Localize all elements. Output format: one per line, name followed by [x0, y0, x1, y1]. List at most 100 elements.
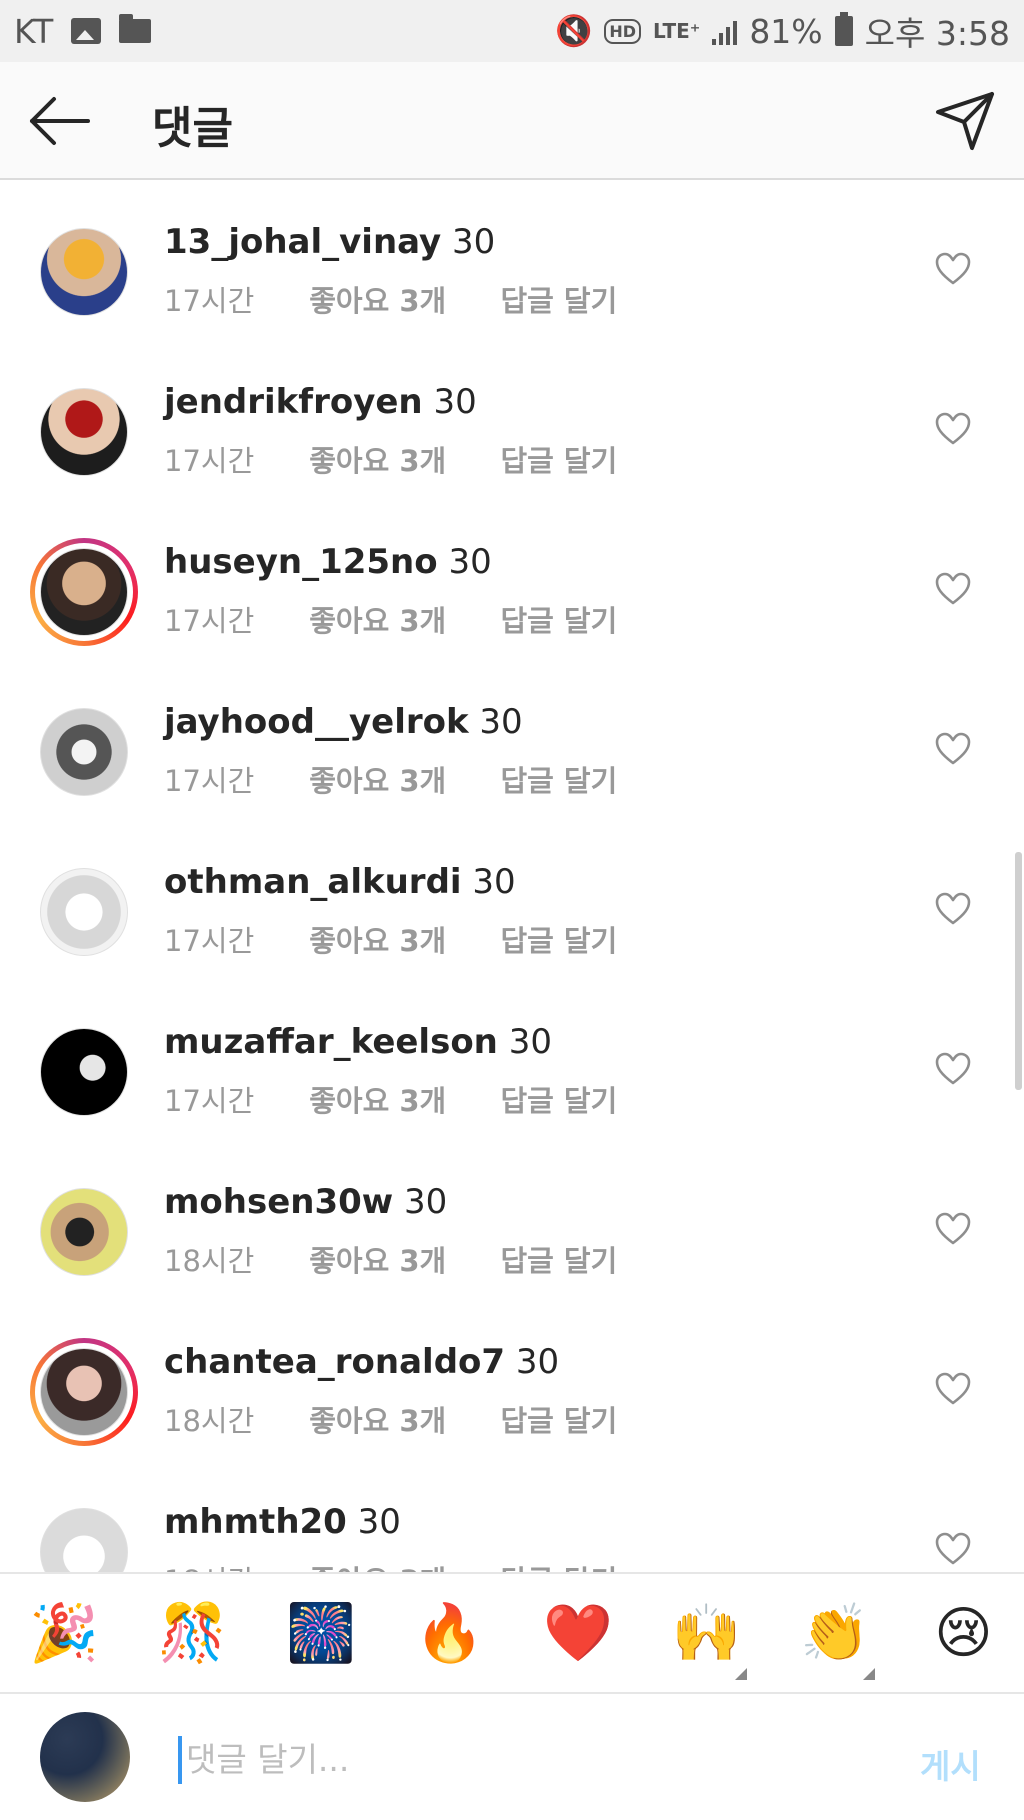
reply-button[interactable]: 답글 달기	[500, 1238, 617, 1280]
signal-icon	[712, 17, 738, 45]
avatar[interactable]	[38, 226, 130, 318]
avatar[interactable]	[30, 1338, 138, 1446]
like-button[interactable]	[935, 1212, 971, 1246]
comment-text: 30	[448, 542, 492, 582]
comment-likes-link[interactable]: 좋아요 3개	[309, 278, 491, 320]
comment-time: 18시간	[164, 1244, 255, 1278]
comment-username[interactable]: mhmth20	[164, 1502, 347, 1542]
comment-row[interactable]: muzaffar_keelson 30 17시간 좋아요 3개 답글 달기	[0, 982, 1024, 1142]
reply-button[interactable]: 답글 달기	[500, 1558, 617, 1572]
page-title: 댓글	[152, 103, 233, 154]
avatar[interactable]	[38, 386, 130, 478]
comment-input[interactable]	[186, 1726, 826, 1792]
avatar[interactable]	[38, 1506, 130, 1572]
post-button[interactable]: 게시	[920, 1740, 981, 1788]
avatar[interactable]	[38, 706, 130, 798]
comment-meta: 18시간 좋아요 3개 답글 달기	[164, 1238, 617, 1280]
comment-row[interactable]: 13_johal_vinay 30 17시간 좋아요 3개 답글 달기	[0, 182, 1024, 342]
comment-row[interactable]: othman_alkurdi 30 17시간 좋아요 3개 답글 달기	[0, 822, 1024, 982]
comment-likes-link[interactable]: 좋아요 3개	[309, 758, 491, 800]
avatar[interactable]	[30, 538, 138, 646]
lte-icon: LTE⁺	[653, 19, 701, 43]
comment-meta: 18시간 좋아요 3개 답글 달기	[164, 1398, 617, 1440]
like-button[interactable]	[935, 892, 971, 926]
comment-time: 17시간	[164, 444, 255, 478]
skin-tone-indicator	[734, 1668, 747, 1680]
like-button[interactable]	[935, 412, 971, 446]
reply-button[interactable]: 답글 달기	[500, 1398, 617, 1440]
arrow-left-icon	[30, 97, 90, 145]
comment-time: 17시간	[164, 284, 255, 318]
comment-row[interactable]: mhmth20 30 18시간 좋아요 3개 답글 달기	[0, 1462, 1024, 1572]
comment-username[interactable]: huseyn_125no	[164, 542, 438, 582]
comment-meta: 17시간 좋아요 3개 답글 달기	[164, 598, 617, 640]
comment-username[interactable]: muzaffar_keelson	[164, 1022, 498, 1062]
avatar-image	[40, 1348, 128, 1436]
like-button[interactable]	[935, 1532, 971, 1566]
comment-likes-link[interactable]: 좋아요 3개	[309, 1078, 491, 1120]
scrollbar[interactable]	[1015, 852, 1022, 1090]
comment-username[interactable]: jendrikfroyen	[164, 382, 423, 422]
comment-likes-link[interactable]: 좋아요 3개	[309, 1398, 491, 1440]
like-button[interactable]	[935, 1372, 971, 1406]
comment-likes-link[interactable]: 좋아요 3개	[309, 1238, 491, 1280]
comment-body: jayhood__yelrok 30	[164, 702, 523, 742]
like-button[interactable]	[935, 732, 971, 766]
avatar-image	[40, 1188, 128, 1276]
fire-emoji[interactable]: 🔥	[414, 1598, 486, 1670]
comment-row[interactable]: mohsen30w 30 18시간 좋아요 3개 답글 달기	[0, 1142, 1024, 1302]
comment-username[interactable]: jayhood__yelrok	[164, 702, 469, 742]
avatar[interactable]	[38, 866, 130, 958]
reply-button[interactable]: 답글 달기	[500, 598, 617, 640]
like-button[interactable]	[935, 252, 971, 286]
hd-voice-icon: HD	[604, 18, 642, 44]
comment-row[interactable]: jendrikfroyen 30 17시간 좋아요 3개 답글 달기	[0, 342, 1024, 502]
avatar[interactable]	[38, 1026, 130, 1118]
comment-meta: 17시간 좋아요 3개 답글 달기	[164, 438, 617, 480]
like-button[interactable]	[935, 572, 971, 606]
comment-time: 17시간	[164, 764, 255, 798]
comment-text: 30	[404, 1182, 448, 1222]
like-button[interactable]	[935, 1052, 971, 1086]
comment-composer: 게시	[0, 1696, 1024, 1820]
app-header: 댓글	[0, 62, 1024, 180]
confetti-ball-emoji[interactable]: 🎊	[157, 1598, 229, 1670]
comment-likes-link[interactable]: 좋아요 3개	[309, 438, 491, 480]
reply-button[interactable]: 답글 달기	[500, 438, 617, 480]
comment-meta: 18시간 좋아요 3개 답글 달기	[164, 1558, 617, 1572]
reply-button[interactable]: 답글 달기	[500, 1078, 617, 1120]
avatar[interactable]	[38, 1186, 130, 1278]
status-bar: KT 🔇 HD LTE⁺ 81% 오후 3:58	[0, 0, 1024, 62]
reply-button[interactable]: 답글 달기	[500, 758, 617, 800]
raising-hands-emoji[interactable]: 🙌	[671, 1598, 747, 1680]
avatar-image	[40, 1028, 128, 1116]
clock: 오후 3:58	[864, 14, 1010, 53]
comment-username[interactable]: 13_johal_vinay	[164, 222, 441, 262]
reply-button[interactable]: 답글 달기	[500, 278, 617, 320]
comment-list[interactable]: 13_johal_vinay 30 17시간 좋아요 3개 답글 달기 jend…	[0, 182, 1024, 1572]
fireworks-emoji[interactable]: 🎆	[285, 1598, 357, 1670]
comment-username[interactable]: othman_alkurdi	[164, 862, 462, 902]
comment-likes-link[interactable]: 좋아요 3개	[309, 598, 491, 640]
comment-row[interactable]: huseyn_125no 30 17시간 좋아요 3개 답글 달기	[0, 502, 1024, 662]
avatar-image	[40, 868, 128, 956]
comment-body: huseyn_125no 30	[164, 542, 492, 582]
comment-username[interactable]: mohsen30w	[164, 1182, 393, 1222]
reply-button[interactable]: 답글 달기	[500, 918, 617, 960]
comment-row[interactable]: chantea_ronaldo7 30 18시간 좋아요 3개 답글 달기	[0, 1302, 1024, 1462]
clapping-hands-emoji[interactable]: 👏	[799, 1598, 875, 1680]
mute-icon: 🔇	[554, 13, 593, 49]
comment-username[interactable]: chantea_ronaldo7	[164, 1342, 505, 1382]
comment-row[interactable]: jayhood__yelrok 30 17시간 좋아요 3개 답글 달기	[0, 662, 1024, 822]
avatar-image	[40, 228, 128, 316]
comment-likes-link[interactable]: 좋아요 3개	[309, 1558, 491, 1572]
comment-likes-link[interactable]: 좋아요 3개	[309, 918, 491, 960]
party-popper-emoji[interactable]: 🎉	[28, 1598, 100, 1670]
avatar-image	[40, 548, 128, 636]
red-heart-emoji[interactable]: ❤️	[542, 1598, 614, 1670]
heart-icon	[935, 412, 971, 445]
back-button[interactable]	[28, 96, 92, 146]
crying-face-emoji[interactable]: 😢	[928, 1598, 1000, 1670]
image-icon	[71, 18, 102, 44]
share-button[interactable]	[934, 90, 996, 152]
